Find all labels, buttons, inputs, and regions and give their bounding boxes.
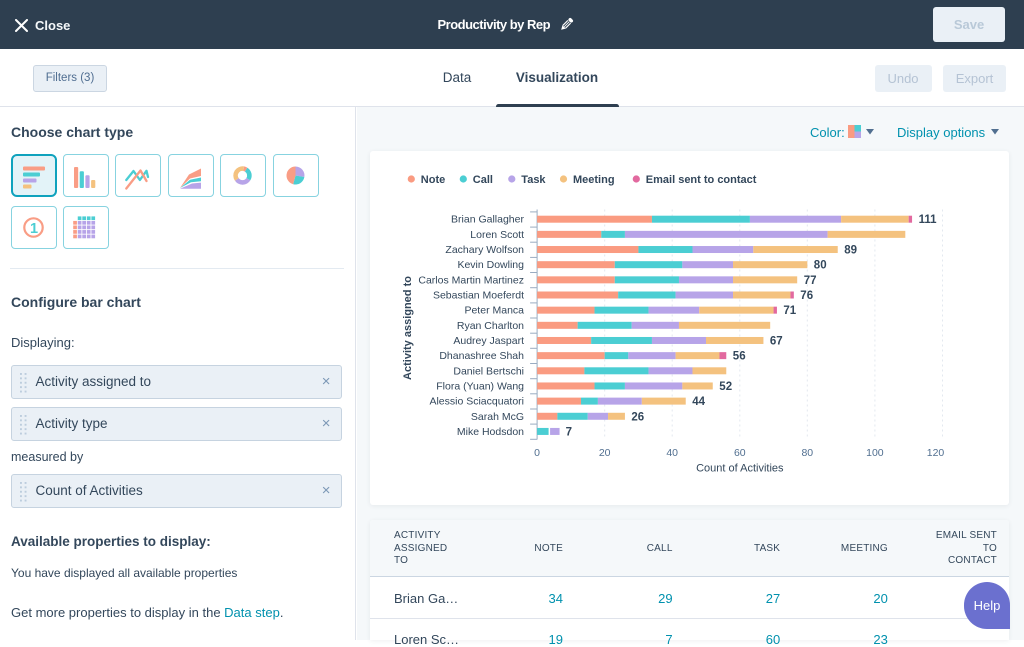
svg-text:77: 77 — [804, 275, 817, 287]
svg-text:Audrey Jaspart: Audrey Jaspart — [453, 335, 524, 347]
svg-text:Daniel Bertschi: Daniel Bertschi — [453, 365, 524, 377]
svg-text:Dhanashree Shah: Dhanashree Shah — [439, 350, 524, 362]
svg-text:Activity assigned to: Activity assigned to — [402, 276, 414, 380]
svg-text:Task: Task — [521, 174, 546, 186]
svg-text:Brian Gallagher: Brian Gallagher — [451, 214, 524, 226]
svg-text:80: 80 — [814, 260, 827, 272]
svg-text:Flora (Yuan) Wang: Flora (Yuan) Wang — [436, 381, 524, 393]
svg-text:80: 80 — [801, 447, 813, 459]
svg-text:26: 26 — [631, 411, 644, 423]
svg-text:Ryan Charlton: Ryan Charlton — [457, 320, 524, 332]
svg-text:67: 67 — [770, 336, 783, 348]
svg-text:100: 100 — [866, 447, 884, 459]
svg-text:111: 111 — [919, 214, 938, 226]
svg-text:Peter Manca: Peter Manca — [464, 305, 524, 317]
svg-text:20: 20 — [599, 447, 611, 459]
svg-text:52: 52 — [719, 381, 732, 393]
svg-text:Meeting: Meeting — [573, 174, 615, 186]
svg-text:44: 44 — [692, 396, 705, 408]
svg-text:0: 0 — [534, 447, 540, 459]
svg-text:76: 76 — [800, 290, 813, 302]
svg-text:Count of Activities: Count of Activities — [696, 463, 784, 475]
svg-text:60: 60 — [734, 447, 746, 459]
svg-text:120: 120 — [927, 447, 945, 459]
svg-text:Mike Hodsdon: Mike Hodsdon — [457, 426, 524, 438]
svg-text:1: 1 — [29, 221, 37, 237]
svg-text:Loren Scott: Loren Scott — [470, 229, 524, 241]
svg-text:Note: Note — [421, 174, 445, 186]
svg-text:89: 89 — [844, 245, 857, 257]
svg-text:Kevin Dowling: Kevin Dowling — [457, 259, 524, 271]
svg-text:Carlos Martin Martinez: Carlos Martin Martinez — [418, 274, 524, 286]
svg-text:Call: Call — [473, 174, 493, 186]
svg-text:56: 56 — [733, 351, 746, 363]
svg-text:Sarah McG: Sarah McG — [471, 411, 524, 423]
svg-text:Email sent to contact: Email sent to contact — [646, 174, 757, 186]
svg-text:7: 7 — [566, 426, 572, 438]
svg-text:40: 40 — [666, 447, 678, 459]
svg-text:Alessio Sciacquatori: Alessio Sciacquatori — [429, 396, 524, 408]
svg-text:Sebastian Moeferdt: Sebastian Moeferdt — [433, 290, 524, 302]
svg-text:Zachary Wolfson: Zachary Wolfson — [445, 244, 524, 256]
svg-text:71: 71 — [783, 305, 796, 317]
